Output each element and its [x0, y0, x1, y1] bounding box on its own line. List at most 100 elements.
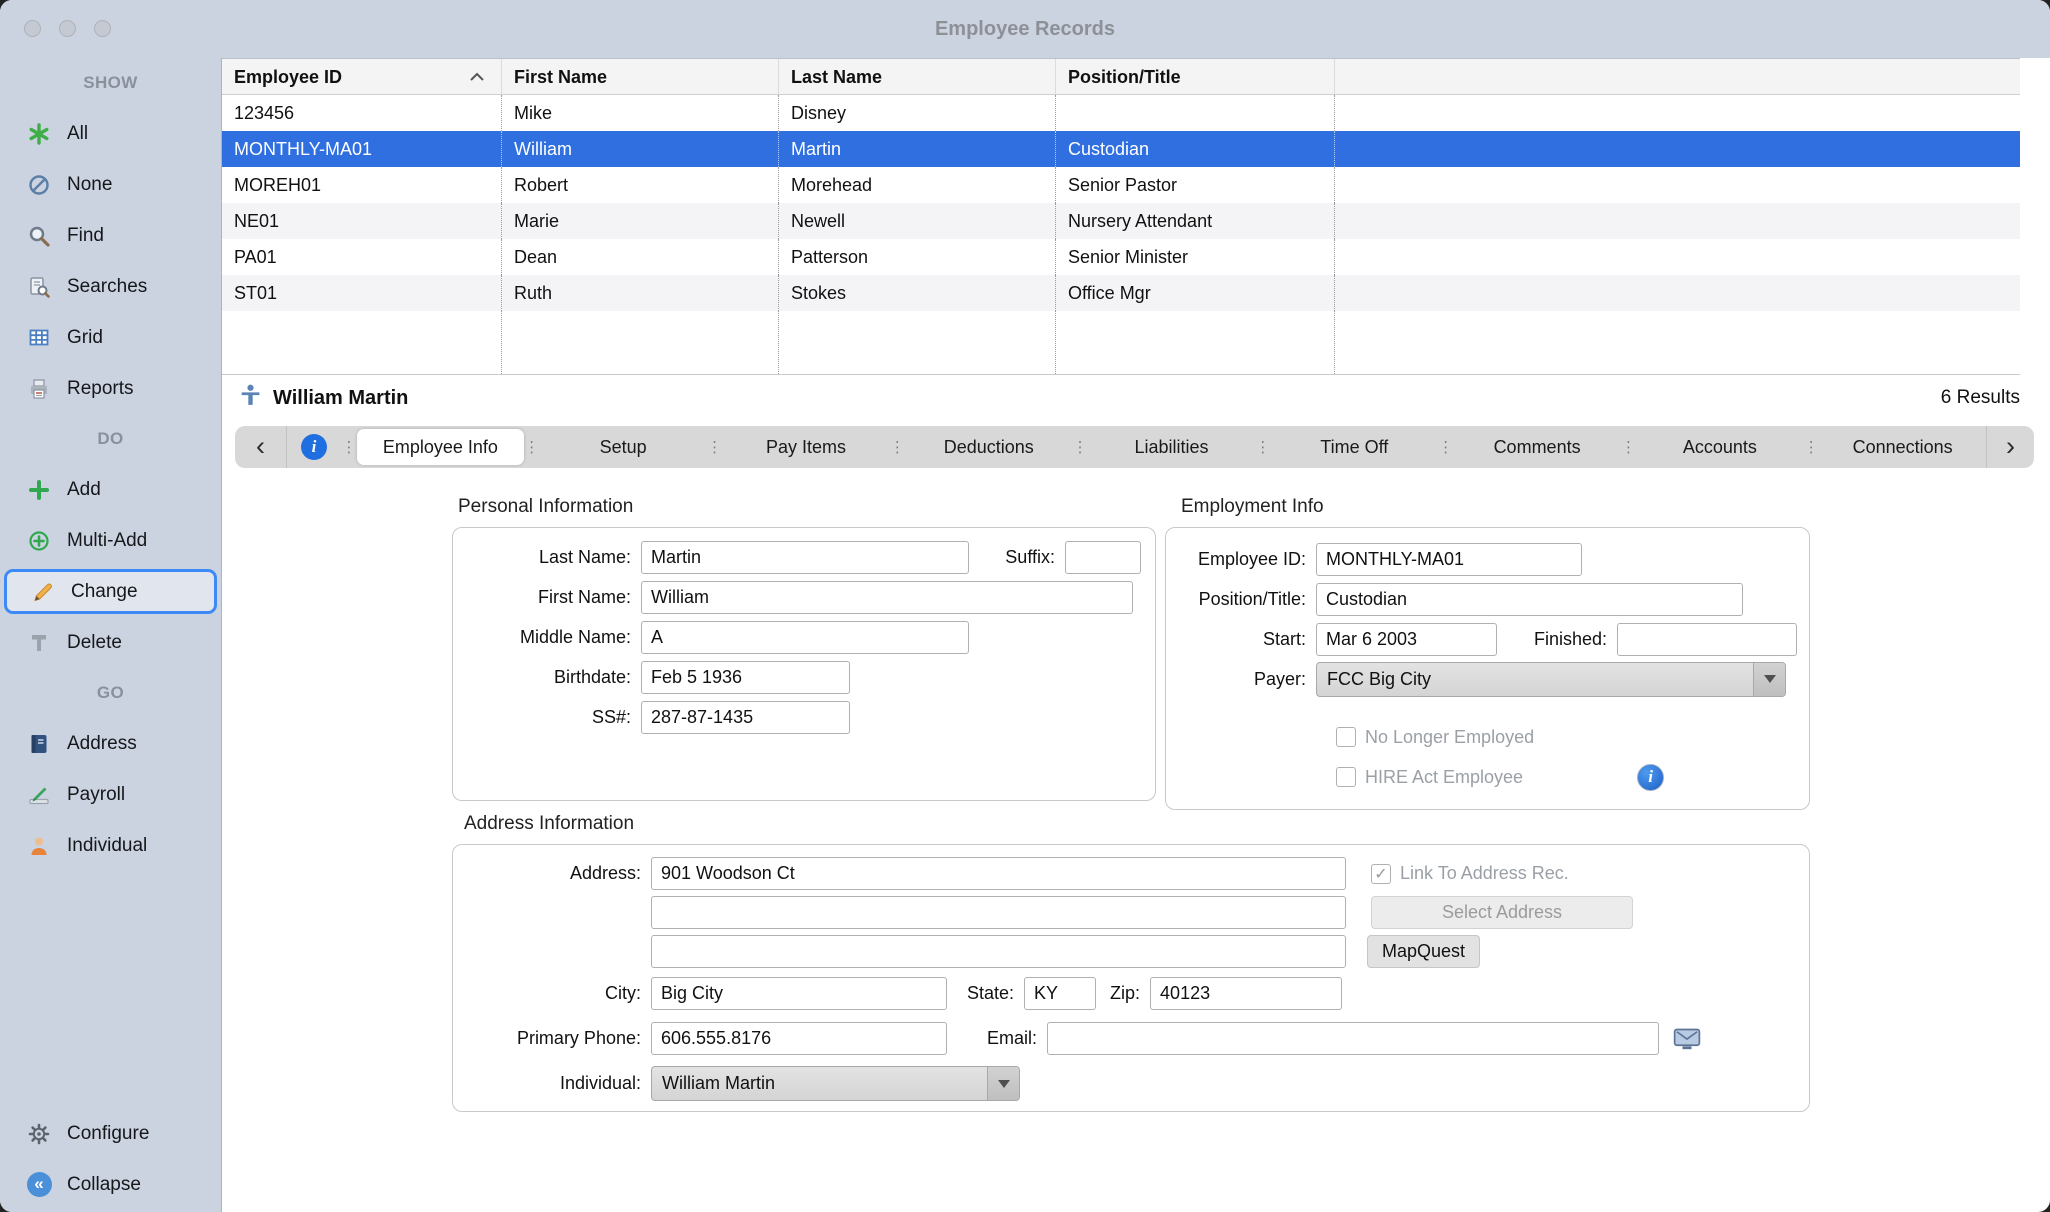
address-line2-input[interactable]: [651, 896, 1346, 929]
start-date-label: Start:: [1166, 629, 1316, 650]
employee-id-input[interactable]: [1316, 543, 1582, 576]
table-row[interactable]: 123456 Mike Disney: [222, 95, 2020, 131]
ssn-input[interactable]: [641, 701, 850, 734]
cell-position-title: Senior Minister: [1056, 239, 1335, 275]
tab-connections[interactable]: Connections: [1819, 429, 1986, 465]
cell-position-title: Custodian: [1056, 131, 1335, 167]
hire-act-info-button[interactable]: i: [1637, 764, 1664, 791]
cell-first-name: Ruth: [502, 275, 779, 311]
payer-select[interactable]: FCC Big City: [1316, 662, 1786, 697]
address-line3-input[interactable]: [651, 935, 1346, 968]
tabs-scroll-right-button[interactable]: ›: [1986, 426, 2034, 468]
sidebar-item-all[interactable]: All: [0, 108, 221, 159]
tab-menu-button[interactable]: ⋮: [889, 438, 905, 456]
middle-name-input[interactable]: [641, 621, 969, 654]
city-input[interactable]: [651, 977, 947, 1010]
plus-icon: [26, 477, 52, 503]
sidebar-item-multi-add[interactable]: Multi-Add: [0, 515, 221, 566]
tab-menu-button[interactable]: ⋮: [341, 438, 357, 456]
tab-employee-info[interactable]: Employee Info: [357, 429, 524, 465]
record-name: William Martin: [273, 387, 408, 410]
tab-menu-button[interactable]: ⋮: [524, 438, 540, 456]
birthdate-input[interactable]: [641, 661, 850, 694]
start-date-input[interactable]: [1316, 623, 1497, 656]
table-row[interactable]: NE01 Marie Newell Nursery Attendant: [222, 203, 2020, 239]
zoom-button[interactable]: [94, 20, 111, 37]
position-title-input[interactable]: [1316, 583, 1743, 616]
person-icon: [26, 833, 52, 859]
hire-act-checkbox[interactable]: [1336, 767, 1356, 787]
column-header-position-title[interactable]: Position/Title: [1056, 59, 1335, 94]
no-longer-employed-checkbox[interactable]: [1336, 727, 1356, 747]
employee-records-window: Employee Records SHOW All None Find Sear…: [0, 0, 2050, 1212]
record-header: William Martin 6 Results: [222, 375, 2050, 421]
column-header-last-name[interactable]: Last Name: [779, 59, 1056, 94]
first-name-input[interactable]: [641, 581, 1133, 614]
payer-value: FCC Big City: [1327, 669, 1431, 690]
sidebar-item-individual[interactable]: Individual: [0, 820, 221, 871]
tab-menu-button[interactable]: ⋮: [707, 438, 723, 456]
link-to-address-checkbox[interactable]: ✓: [1371, 864, 1391, 884]
sidebar-item-reports[interactable]: Reports: [0, 363, 221, 414]
info-tab-button[interactable]: i: [287, 434, 341, 460]
tab-setup[interactable]: Setup: [540, 429, 707, 465]
tab-accounts[interactable]: Accounts: [1636, 429, 1803, 465]
table-row-selected[interactable]: MONTHLY-MA01 William Martin Custodian: [222, 131, 2020, 167]
link-to-address-label: Link To Address Rec.: [1400, 863, 1569, 884]
tab-pay-items[interactable]: Pay Items: [723, 429, 890, 465]
mapquest-button[interactable]: MapQuest: [1367, 935, 1480, 968]
cell-employee-id: ST01: [222, 275, 502, 311]
cell-employee-id: NE01: [222, 203, 502, 239]
tab-strip: ‹ i ⋮ Employee Info ⋮ Setup ⋮ Pay Items …: [235, 426, 2034, 468]
suffix-input[interactable]: [1065, 541, 1141, 574]
sidebar-item-searches[interactable]: Searches: [0, 261, 221, 312]
payer-label: Payer:: [1166, 669, 1316, 690]
tab-menu-button[interactable]: ⋮: [1072, 438, 1088, 456]
cell-position-title: [1056, 95, 1335, 131]
individual-select[interactable]: William Martin: [651, 1066, 1020, 1101]
finished-date-input[interactable]: [1617, 623, 1797, 656]
sidebar-item-collapse[interactable]: « Collapse: [0, 1159, 220, 1210]
sidebar-item-find[interactable]: Find: [0, 210, 221, 261]
tab-comments[interactable]: Comments: [1454, 429, 1621, 465]
personal-information-title: Personal Information: [458, 496, 633, 518]
tab-liabilities[interactable]: Liabilities: [1088, 429, 1255, 465]
sidebar-item-delete[interactable]: Delete: [0, 617, 221, 668]
sidebar-item-configure[interactable]: Configure: [0, 1108, 220, 1159]
last-name-input[interactable]: [641, 541, 969, 574]
tabs-scroll-left-button[interactable]: ‹: [235, 426, 287, 468]
address-information-title: Address Information: [464, 813, 634, 835]
table-row[interactable]: ST01 Ruth Stokes Office Mgr: [222, 275, 2020, 311]
column-header-employee-id[interactable]: Employee ID: [222, 59, 502, 94]
tab-menu-button[interactable]: ⋮: [1803, 438, 1819, 456]
primary-phone-input[interactable]: [651, 1022, 947, 1055]
sidebar-item-payroll[interactable]: Payroll: [0, 769, 221, 820]
sidebar-item-none[interactable]: None: [0, 159, 221, 210]
sidebar-item-label: Collapse: [67, 1174, 141, 1196]
sidebar-item-label: Address: [67, 733, 137, 755]
state-input[interactable]: [1024, 977, 1096, 1010]
tab-menu-button[interactable]: ⋮: [1438, 438, 1454, 456]
email-icon[interactable]: [1672, 1025, 1702, 1052]
zip-input[interactable]: [1150, 977, 1342, 1010]
table-row[interactable]: PA01 Dean Patterson Senior Minister: [222, 239, 2020, 275]
tab-menu-button[interactable]: ⋮: [1620, 438, 1636, 456]
sidebar-item-grid[interactable]: Grid: [0, 312, 221, 363]
cell-first-name: Robert: [502, 167, 779, 203]
select-address-button[interactable]: Select Address: [1371, 896, 1633, 929]
tab-menu-button[interactable]: ⋮: [1255, 438, 1271, 456]
tab-deductions[interactable]: Deductions: [905, 429, 1072, 465]
table-row[interactable]: MOREH01 Robert Morehead Senior Pastor: [222, 167, 2020, 203]
sidebar-item-label: Configure: [67, 1123, 149, 1145]
email-input[interactable]: [1047, 1022, 1659, 1055]
close-button[interactable]: [24, 20, 41, 37]
tab-time-off[interactable]: Time Off: [1271, 429, 1438, 465]
address-line1-input[interactable]: [651, 857, 1346, 890]
column-header-first-name[interactable]: First Name: [502, 59, 779, 94]
minimize-button[interactable]: [59, 20, 76, 37]
sidebar-item-address[interactable]: Address: [0, 718, 221, 769]
sidebar-item-add[interactable]: Add: [0, 464, 221, 515]
sidebar-item-label: Delete: [67, 632, 122, 654]
sidebar-item-change[interactable]: Change: [4, 569, 217, 614]
finished-date-label: Finished:: [1534, 629, 1617, 650]
